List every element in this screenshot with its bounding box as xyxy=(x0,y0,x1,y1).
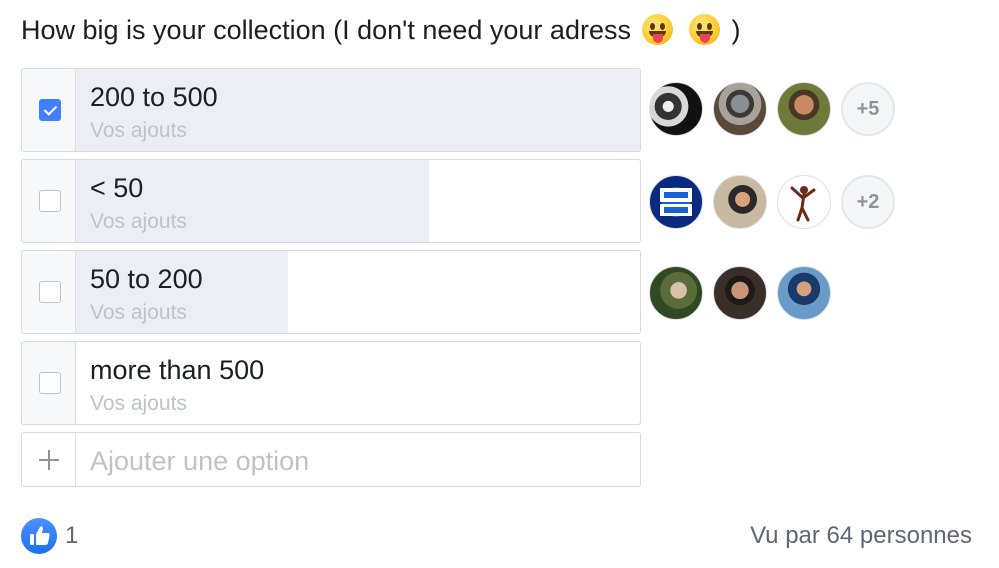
option-voters xyxy=(649,265,841,321)
minidisc-logo-icon xyxy=(660,188,692,216)
avatar[interactable] xyxy=(713,175,767,229)
poll-option[interactable]: more than 500 Vos ajouts xyxy=(21,341,641,425)
option-checkbox[interactable] xyxy=(39,99,61,121)
option-sublabel: Vos ajouts xyxy=(90,210,187,233)
poll-option[interactable]: < 50 Vos ajouts xyxy=(21,159,641,243)
add-option-input[interactable] xyxy=(88,441,632,481)
avatar[interactable] xyxy=(649,82,703,136)
avatar[interactable] xyxy=(713,82,767,136)
option-label: < 50 xyxy=(90,173,144,203)
tongue-out-emoji-icon xyxy=(689,14,720,45)
poll-options: 200 to 500 Vos ajouts < 50 Vos ajouts 50… xyxy=(21,68,641,487)
avatar[interactable] xyxy=(777,82,831,136)
option-checkbox[interactable] xyxy=(39,372,61,394)
tongue-out-emoji-icon xyxy=(642,14,674,45)
more-voters-badge[interactable]: +5 xyxy=(841,82,895,136)
like-count[interactable]: 1 xyxy=(65,522,78,550)
like-icon[interactable] xyxy=(21,518,57,554)
avatar[interactable] xyxy=(649,266,703,320)
seen-by-count[interactable]: Vu par 64 personnes xyxy=(750,520,972,552)
dancing-figure-icon xyxy=(790,186,816,222)
avatar[interactable] xyxy=(713,266,767,320)
reactions: 1 xyxy=(21,518,78,554)
avatar[interactable] xyxy=(649,175,703,229)
option-label: more than 500 xyxy=(90,355,265,385)
option-sublabel: Vos ajouts xyxy=(90,392,187,415)
poll-question-closing: ) xyxy=(731,15,741,45)
poll-card: How big is your collection (I don't need… xyxy=(0,0,999,568)
poll-option[interactable]: 200 to 500 Vos ajouts xyxy=(21,68,641,152)
poll-option[interactable]: 50 to 200 Vos ajouts xyxy=(21,250,641,334)
option-checkbox[interactable] xyxy=(39,281,61,303)
option-voters: +2 xyxy=(649,174,895,230)
option-label: 200 to 500 xyxy=(90,82,218,112)
option-label: 50 to 200 xyxy=(90,264,203,294)
option-voters: +5 xyxy=(649,81,895,137)
option-sublabel: Vos ajouts xyxy=(90,119,187,142)
poll-question-text: How big is your collection (I don't need… xyxy=(21,15,631,45)
add-option-row[interactable] xyxy=(21,432,641,487)
avatar[interactable] xyxy=(777,175,831,229)
poll-question: How big is your collection (I don't need… xyxy=(21,12,741,48)
option-checkbox[interactable] xyxy=(39,190,61,212)
plus-icon[interactable] xyxy=(38,449,60,471)
more-voters-badge[interactable]: +2 xyxy=(841,175,895,229)
avatar[interactable] xyxy=(777,266,831,320)
option-sublabel: Vos ajouts xyxy=(90,301,187,324)
